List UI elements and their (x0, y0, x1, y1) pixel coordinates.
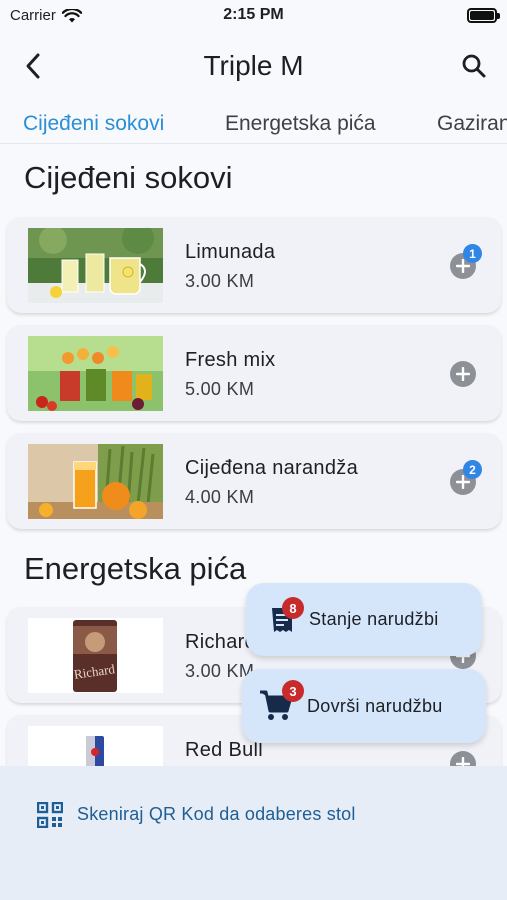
battery-icon (467, 8, 500, 23)
product-name: Cijeđena narandža (185, 457, 359, 479)
section-title: Energetska pića (24, 551, 247, 586)
product-image-orange-juice (28, 444, 163, 519)
scan-qr-label[interactable]: Skeniraj QR Kod da odaberes stol (77, 804, 356, 825)
status-bar: Carrier 2:15 PM (0, 0, 507, 32)
order-status-label: Stanje narudžbi (309, 609, 439, 629)
product-name: Limunada (185, 241, 276, 263)
qr-code-icon (37, 802, 63, 828)
quantity-badge: 1 (463, 244, 482, 263)
tab-cijedeni-sokovi[interactable]: Cijeđeni sokovi (23, 112, 164, 136)
plus-icon (456, 367, 470, 381)
product-price: 4.00 KM (185, 487, 255, 507)
status-time: 2:15 PM (223, 6, 284, 23)
page-title: Triple M (203, 50, 304, 81)
search-icon (462, 54, 486, 78)
add-to-cart-button[interactable] (450, 361, 476, 387)
order-status-badge: 8 (282, 597, 304, 619)
tab-gazirana[interactable]: Gaziran (437, 112, 507, 136)
cart-count-badge: 3 (282, 680, 304, 702)
section-title: Cijeđeni sokovi (24, 160, 233, 195)
product-image-richard: Richard (28, 618, 163, 693)
app-bar: Triple M (0, 36, 507, 96)
tab-energetska-pica[interactable]: Energetska pića (225, 112, 376, 136)
finish-order-button[interactable]: 3 Dovrši narudžbu (242, 669, 486, 743)
product-image-lemonade (28, 228, 163, 303)
product-card[interactable]: Limunada 3.00 KM 1 (7, 217, 501, 313)
product-price: 5.00 KM (185, 379, 255, 399)
product-image-fresh-mix (28, 336, 163, 411)
category-tabs: Cijeđeni sokovi Energetska pića Gaziran (0, 104, 507, 144)
order-status-button[interactable]: 8 Stanje narudžbi (246, 583, 482, 656)
product-price: 3.00 KM (185, 271, 255, 291)
finish-order-label: Dovrši narudžbu (307, 696, 443, 716)
product-name: Red Bull (185, 739, 263, 761)
product-card[interactable]: Fresh mix 5.00 KM (7, 325, 501, 421)
product-name: Fresh mix (185, 349, 276, 371)
quantity-badge: 2 (463, 460, 482, 479)
product-card[interactable]: Cijeđena narandža 4.00 KM 2 (7, 433, 501, 529)
bottom-bar[interactable]: Skeniraj QR Kod da odaberes stol (0, 766, 507, 900)
search-button[interactable] (459, 51, 489, 81)
